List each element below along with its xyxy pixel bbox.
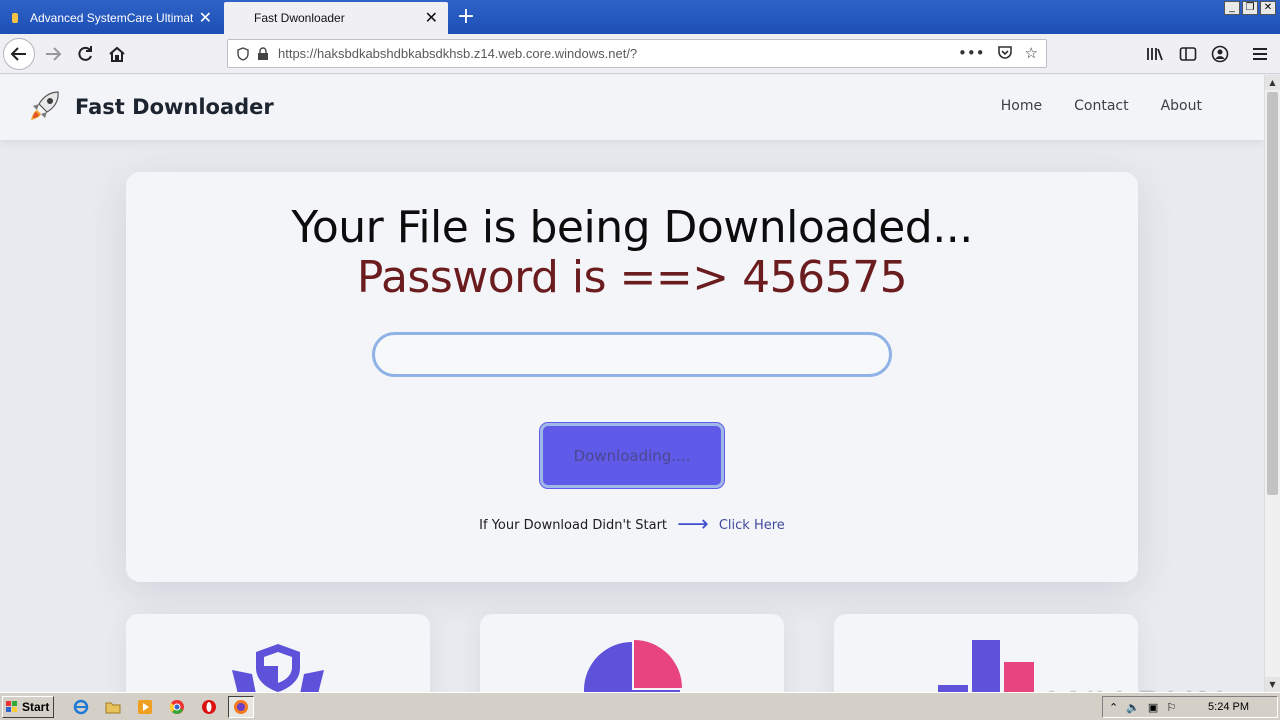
window-controls: _ ❐ ✕ bbox=[1224, 1, 1276, 15]
back-button[interactable] bbox=[3, 38, 35, 70]
browser-titlebar: Advanced SystemCare Ultimate 15 ✕ Fast D… bbox=[0, 0, 1280, 34]
rocket-icon bbox=[28, 89, 62, 123]
fallback-line: If Your Download Didn't Start ⟶ Click He… bbox=[126, 512, 1138, 537]
site-header: Fast Downloader Home Contact About bbox=[0, 75, 1264, 140]
page-scrollbar[interactable]: ▲ ▼ bbox=[1264, 75, 1280, 692]
close-tab-icon[interactable]: ✕ bbox=[425, 8, 438, 28]
url-text[interactable]: https://haksbdkabshdbkabsdkhsb.z14.web.c… bbox=[278, 46, 958, 61]
anyrun-watermark: ANY RUN bbox=[1038, 684, 1226, 692]
tab-advanced-systemcare[interactable]: Advanced SystemCare Ultimate 15 ✕ bbox=[0, 2, 222, 34]
arrow-right-icon bbox=[46, 47, 62, 61]
download-card: Your File is being Downloaded... Passwor… bbox=[126, 172, 1138, 582]
home-button[interactable] bbox=[101, 38, 133, 70]
minimize-icon[interactable]: _ bbox=[1224, 1, 1240, 15]
more-actions-icon[interactable]: ••• bbox=[958, 44, 985, 64]
bar-chart-icon bbox=[938, 640, 1034, 692]
downloading-button[interactable]: Downloading.... bbox=[539, 422, 725, 489]
sidebar-icon[interactable] bbox=[1179, 38, 1197, 70]
windows-flag-icon bbox=[6, 701, 17, 712]
reload-icon bbox=[78, 46, 92, 61]
volume-icon[interactable]: 🔈 bbox=[1126, 701, 1140, 714]
download-heading: Your File is being Downloaded... bbox=[291, 202, 973, 253]
scroll-up-icon[interactable]: ▲ bbox=[1265, 75, 1280, 90]
fallback-text: If Your Download Didn't Start bbox=[479, 518, 668, 533]
password-input[interactable] bbox=[372, 332, 892, 377]
reload-button[interactable] bbox=[69, 38, 101, 70]
feature-card-stats bbox=[480, 614, 784, 692]
library-icon[interactable] bbox=[1146, 38, 1164, 70]
site-nav: Home Contact About bbox=[1001, 98, 1202, 114]
ie-icon[interactable] bbox=[68, 696, 94, 718]
show-hidden-icons-icon[interactable]: ⌃ bbox=[1109, 701, 1118, 714]
tab-favicon-icon bbox=[10, 12, 20, 24]
nav-home-link[interactable]: Home bbox=[1001, 98, 1042, 114]
folder-icon[interactable] bbox=[100, 696, 126, 718]
close-tab-icon[interactable]: ✕ bbox=[199, 8, 212, 28]
action-center-flag-icon[interactable]: ⚐ bbox=[1166, 701, 1176, 714]
click-here-link[interactable]: Click Here bbox=[719, 518, 785, 533]
new-tab-button[interactable]: + bbox=[454, 4, 478, 29]
feature-card-security bbox=[126, 614, 430, 692]
clock[interactable]: 5:24 PM bbox=[1208, 701, 1249, 713]
account-icon[interactable] bbox=[1211, 38, 1229, 70]
pocket-icon[interactable] bbox=[997, 44, 1013, 64]
tab-title: Fast Dwonloader bbox=[254, 11, 345, 25]
nav-about-link[interactable]: About bbox=[1161, 98, 1202, 114]
home-icon bbox=[109, 46, 125, 62]
scroll-thumb[interactable] bbox=[1267, 92, 1278, 495]
restore-icon[interactable]: ❐ bbox=[1242, 1, 1258, 15]
address-bar[interactable]: https://haksbdkabshdbkabsdkhsb.z14.web.c… bbox=[227, 39, 1047, 68]
menu-icon[interactable] bbox=[1252, 38, 1268, 70]
start-button[interactable]: Start bbox=[2, 696, 54, 718]
shield-icon[interactable] bbox=[234, 45, 252, 63]
media-player-icon[interactable] bbox=[132, 696, 158, 718]
opera-icon[interactable] bbox=[196, 696, 222, 718]
feature-card-speed bbox=[834, 614, 1138, 692]
taskbar: Start ⌃ 🔈 ▣ ⚐ 5:24 PM bbox=[0, 692, 1280, 720]
start-label: Start bbox=[22, 700, 50, 714]
lock-icon[interactable] bbox=[254, 45, 272, 63]
forward-button[interactable] bbox=[37, 38, 69, 70]
tab-fast-downloader[interactable]: Fast Dwonloader ✕ bbox=[224, 2, 448, 34]
password-text: Password is ==> 456575 bbox=[356, 252, 908, 303]
bookmark-star-icon[interactable]: ☆ bbox=[1025, 44, 1038, 64]
network-icon[interactable]: ▣ bbox=[1148, 701, 1158, 714]
chrome-icon[interactable] bbox=[164, 696, 190, 718]
tab-title: Advanced SystemCare Ultimate 15 bbox=[30, 11, 193, 25]
arrow-right-icon: ⟶ bbox=[677, 512, 709, 537]
page-viewport: Fast Downloader Home Contact About Your … bbox=[0, 75, 1264, 692]
system-tray: ⌃ 🔈 ▣ ⚐ 5:24 PM bbox=[1102, 696, 1278, 718]
pie-chart-icon bbox=[584, 640, 682, 692]
shield-hands-icon bbox=[232, 644, 324, 692]
nav-contact-link[interactable]: Contact bbox=[1074, 98, 1128, 114]
scroll-down-icon[interactable]: ▼ bbox=[1265, 677, 1280, 692]
arrow-left-icon bbox=[10, 47, 26, 61]
browser-toolbar: https://haksbdkabshdbkabsdkhsb.z14.web.c… bbox=[0, 34, 1280, 74]
close-window-icon[interactable]: ✕ bbox=[1260, 1, 1276, 15]
firefox-icon[interactable] bbox=[228, 696, 254, 718]
site-brand[interactable]: Fast Downloader bbox=[75, 95, 274, 119]
